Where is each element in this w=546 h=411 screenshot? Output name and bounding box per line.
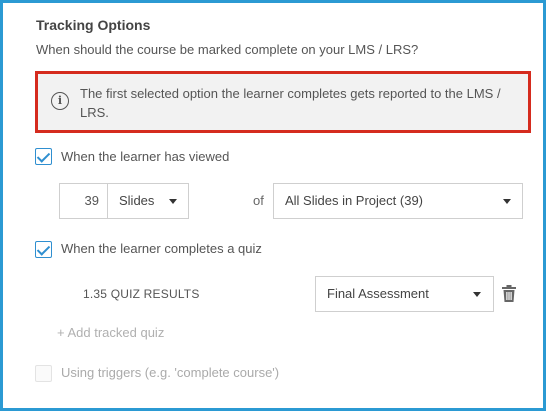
slide-scope-value: All Slides in Project (39) [285,193,423,208]
trash-icon[interactable] [501,285,517,303]
viewed-label[interactable]: When the learner has viewed [61,149,229,164]
add-tracked-quiz-link[interactable]: + Add tracked quiz [57,325,164,340]
quiz-select-value: Final Assessment [327,286,429,301]
triggers-label: Using triggers (e.g. 'complete course') [61,365,280,380]
triggers-checkbox [35,365,52,382]
quiz-checkbox[interactable] [35,241,52,258]
quiz-select[interactable]: Final Assessment [315,276,494,312]
tracking-options-panel: Tracking Options When should the course … [0,0,546,411]
info-text: The first selected option the learner co… [80,86,501,120]
quiz-label[interactable]: When the learner completes a quiz [61,241,262,256]
section-title: Tracking Options [36,17,151,33]
of-label: of [253,193,264,208]
info-icon: i [51,92,69,110]
unit-select-value: Slides [119,193,155,208]
slide-scope-select[interactable]: All Slides in Project (39) [273,183,523,219]
info-callout: i The first selected option the learner … [35,71,531,133]
chevron-down-icon [169,199,177,204]
tracking-question: When should the course be marked complet… [36,42,419,57]
unit-select[interactable]: Slides [107,183,189,219]
chevron-down-icon [503,199,511,204]
chevron-down-icon [473,292,481,297]
tracked-quiz-name: 1.35 QUIZ RESULTS [83,287,200,301]
slide-count-input[interactable]: 39 [59,183,107,219]
viewed-checkbox[interactable] [35,148,52,165]
